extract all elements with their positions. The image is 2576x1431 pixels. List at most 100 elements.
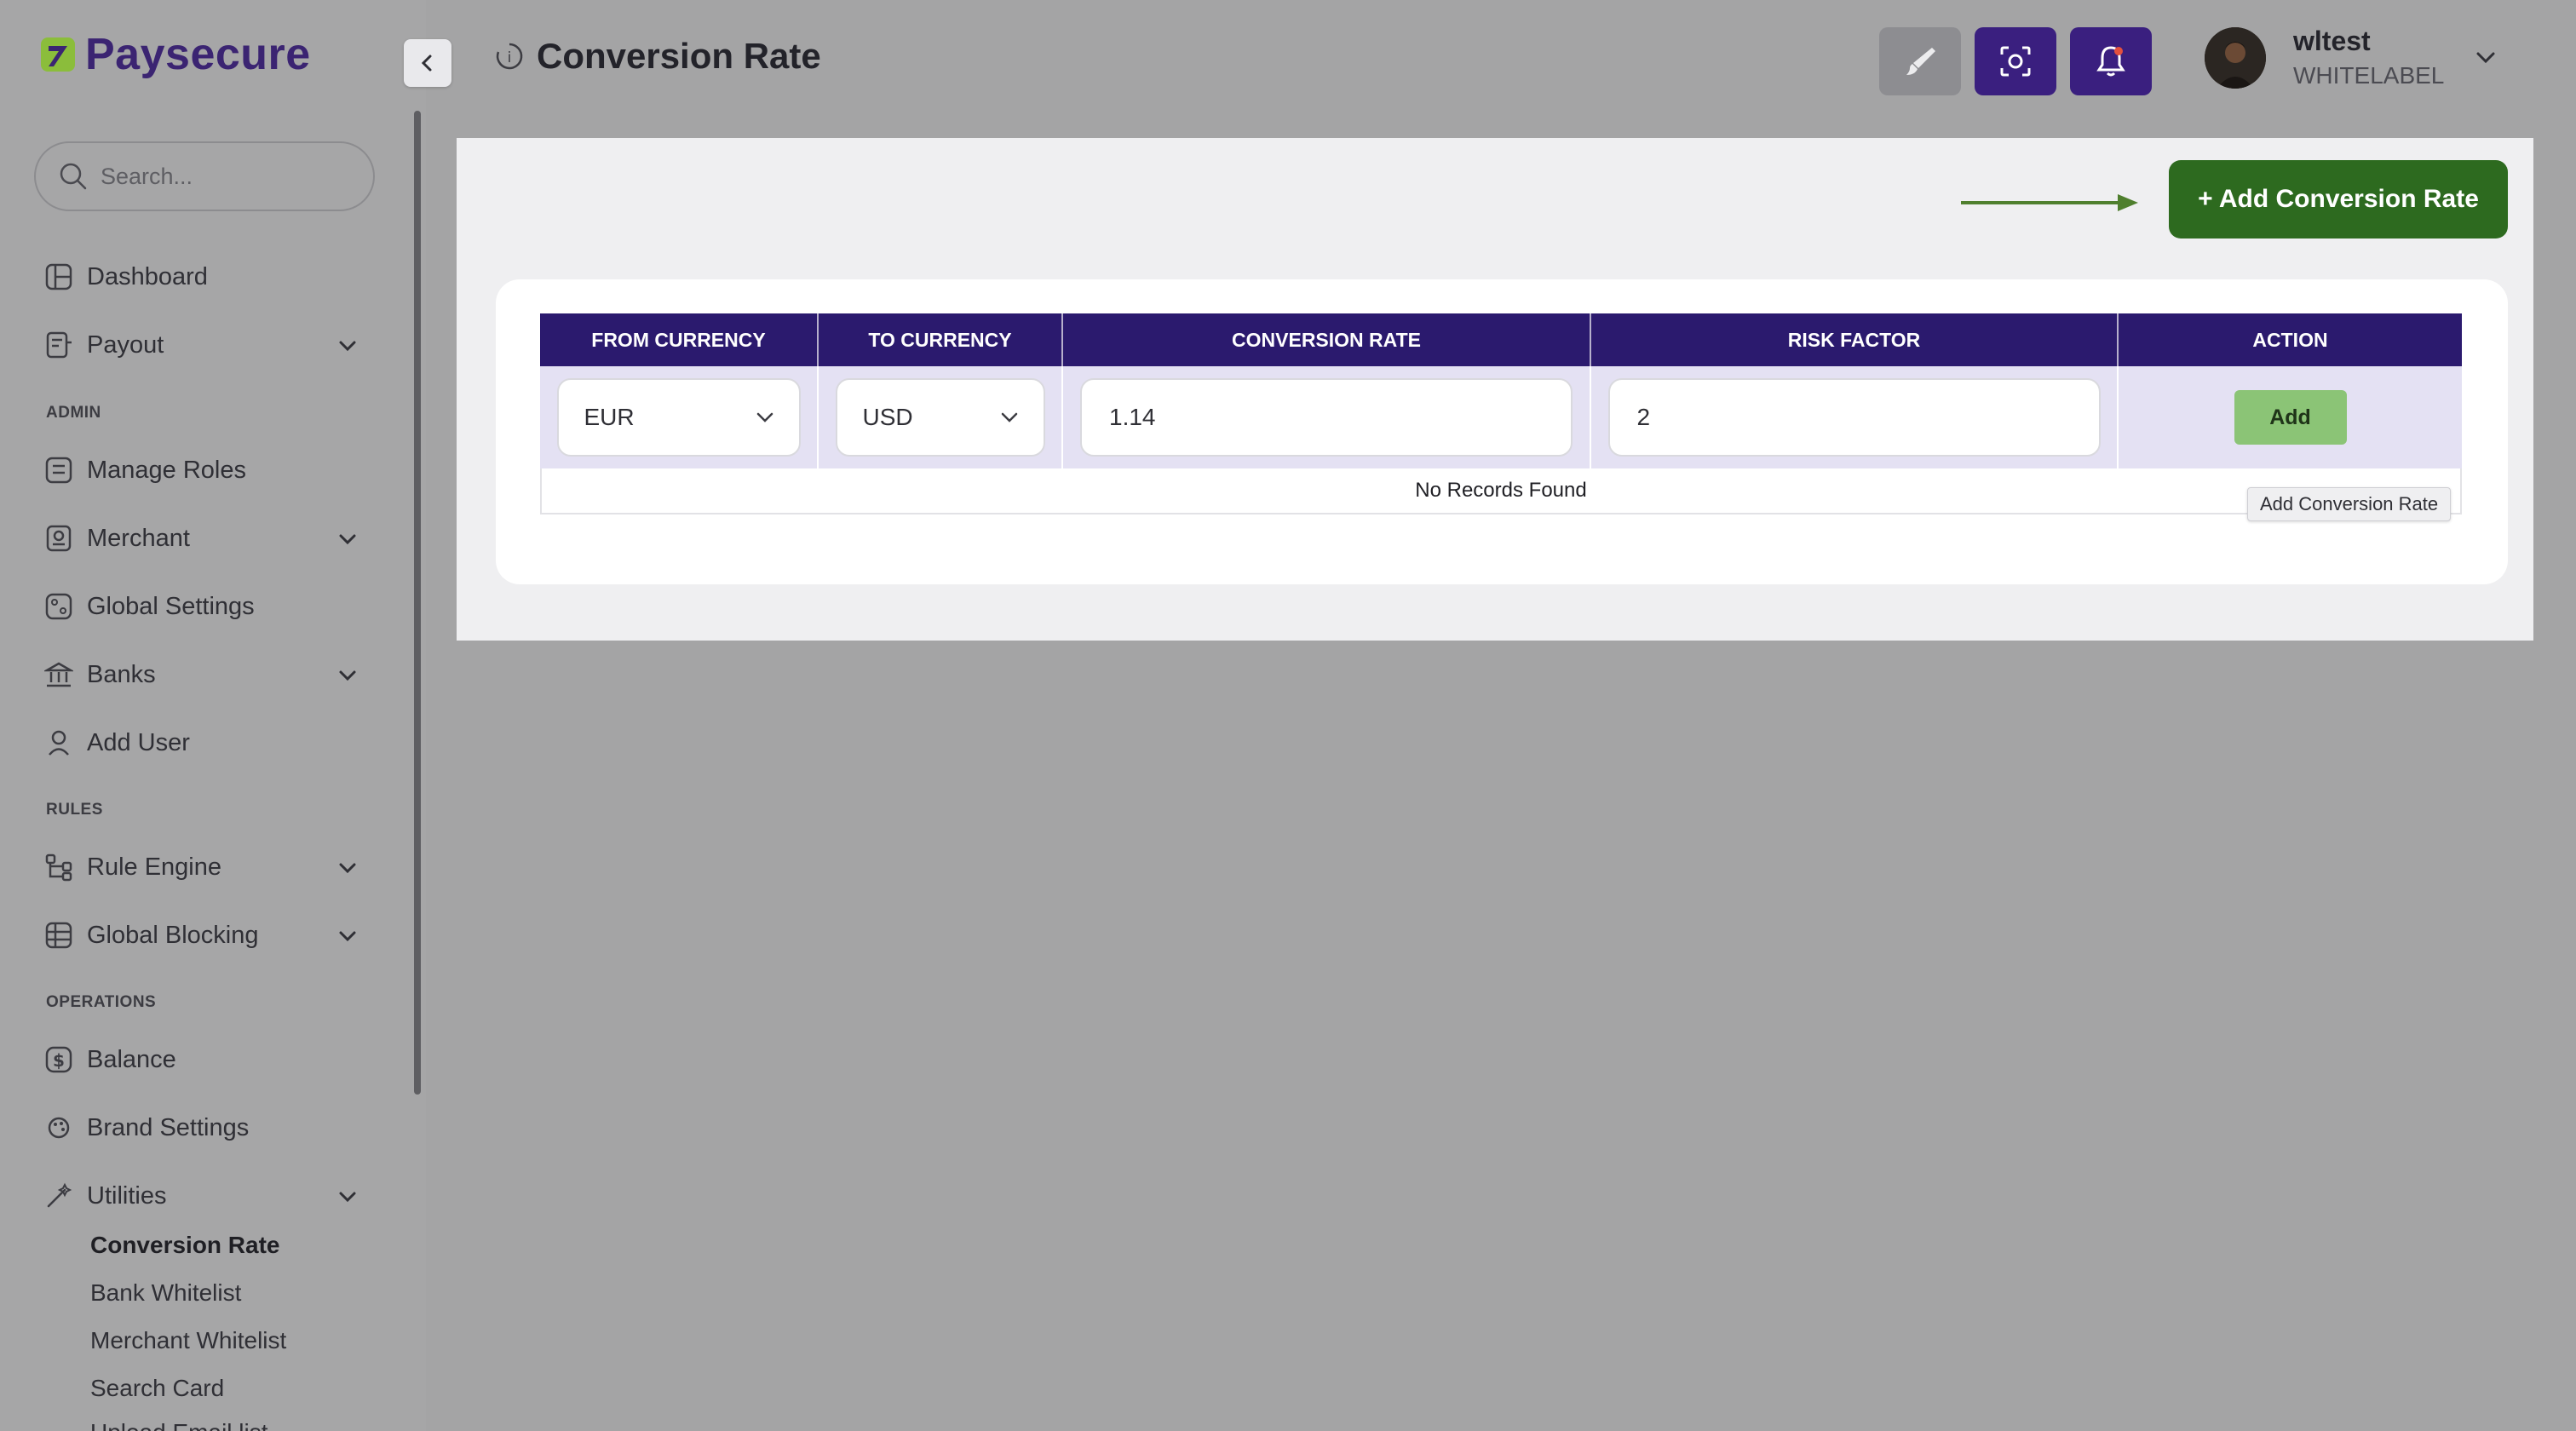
sidebar-item-utilities[interactable]: Utilities (44, 1175, 359, 1217)
tooltip: Add Conversion Rate (2247, 487, 2452, 521)
cell-action: Add (2119, 366, 2462, 468)
sidebar-subitem-conversion-rate[interactable]: Conversion Rate (90, 1232, 280, 1259)
column-header-conversion-rate: CONVERSION RATE (1063, 313, 1591, 366)
chevron-down-icon (339, 670, 356, 681)
merchant-icon (46, 525, 72, 552)
chevron-down-icon (339, 863, 356, 874)
sidebar-item-manage-roles[interactable]: Manage Roles (44, 449, 359, 491)
sidebar: Paysecure Dashboard Payout ADMIN Manage … (0, 0, 426, 1431)
svg-text:i: i (508, 49, 512, 66)
sidebar-item-banks[interactable]: Banks (44, 653, 359, 696)
sidebar-item-label: Add User (87, 728, 190, 756)
user-role: WHITELABEL (2293, 62, 2445, 89)
cell-to-currency: USD (819, 366, 1063, 468)
to-currency-select[interactable]: USD (835, 378, 1045, 457)
user-icon (49, 730, 69, 756)
paysecure-logo-icon (41, 37, 75, 72)
global-blocking-icon (45, 922, 72, 949)
sidebar-item-label: Manage Roles (87, 456, 246, 484)
conversion-rate-table: FROM CURRENCY TO CURRENCY CONVERSION RAT… (540, 313, 2462, 514)
chevron-down-icon (1001, 412, 1017, 422)
sidebar-item-label: Brand Settings (87, 1113, 250, 1141)
sidebar-item-rule-engine[interactable]: Rule Engine (44, 846, 359, 888)
chevron-down-icon (339, 534, 356, 545)
chevron-down-icon (2476, 52, 2495, 63)
cell-from-currency: EUR (540, 366, 819, 468)
sidebar-item-label: Global Settings (87, 592, 255, 620)
brand-name: Paysecure (85, 30, 311, 79)
chevron-down-icon (339, 341, 356, 352)
balance-icon: $ (45, 1046, 72, 1073)
sidebar-subitem-search-card[interactable]: Search Card (90, 1375, 224, 1402)
section-operations: OPERATIONS (46, 993, 157, 1011)
user-menu[interactable]: wltest WHITELABEL (2205, 26, 2500, 89)
info-icon[interactable]: i (494, 41, 525, 72)
add-row-button[interactable]: Add (2234, 390, 2347, 445)
risk-factor-value: 2 (1636, 404, 1651, 430)
chevron-down-icon (339, 931, 356, 942)
table-row-new-entry: EUR USD 1.14 2 Add (540, 366, 2462, 468)
conversion-rate-input[interactable]: 1.14 (1080, 378, 1573, 457)
sidebar-item-add-user[interactable]: Add User (44, 721, 359, 764)
section-rules: RULES (46, 801, 103, 819)
search-icon (60, 163, 87, 190)
svg-text:$: $ (53, 1050, 65, 1071)
sidebar-item-label: Banks (87, 660, 156, 688)
sidebar-item-label: Rule Engine (87, 853, 221, 881)
screenshot-icon (2000, 46, 2031, 77)
page-header: i Conversion Rate (494, 36, 821, 77)
brush-icon (1906, 48, 1935, 75)
from-currency-value: EUR (584, 404, 635, 430)
user-name: wltest (2293, 26, 2371, 56)
notifications-button[interactable] (2070, 27, 2152, 95)
cell-conversion-rate: 1.14 (1063, 366, 1591, 468)
add-conversion-rate-button[interactable]: + Add Conversion Rate (2169, 160, 2508, 238)
brand-icon (48, 1117, 70, 1139)
sidebar-scrollbar[interactable] (414, 111, 421, 1095)
sidebar-item-global-blocking[interactable]: Global Blocking (44, 914, 359, 957)
risk-factor-input[interactable]: 2 (1607, 378, 2101, 457)
sidebar-item-dashboard[interactable]: Dashboard (44, 256, 359, 298)
rule-engine-icon (45, 853, 72, 882)
sidebar-item-global-settings[interactable]: Global Settings (44, 585, 359, 628)
empty-state-message: No Records Found (540, 468, 2462, 514)
sidebar-item-label: Merchant (87, 524, 190, 552)
page-title: Conversion Rate (537, 36, 821, 76)
screenshot-button[interactable] (1975, 27, 2056, 95)
sidebar-item-balance[interactable]: $ Balance (44, 1038, 359, 1081)
chevron-down-icon (339, 1192, 356, 1203)
roles-icon (45, 457, 72, 484)
arrow-right-icon (1961, 194, 2138, 211)
bell-icon (2096, 46, 2125, 77)
conversion-rate-value: 1.14 (1109, 404, 1156, 430)
column-header-risk-factor: RISK FACTOR (1591, 313, 2119, 366)
sidebar-item-label: Dashboard (87, 262, 208, 290)
to-currency-value: USD (862, 404, 913, 430)
avatar (2205, 26, 2266, 89)
sidebar-item-brand-settings[interactable]: Brand Settings (44, 1106, 359, 1149)
sidebar-subitem-bank-whitelist[interactable]: Bank Whitelist (90, 1279, 241, 1307)
dashboard-icon (45, 263, 72, 290)
brand-logo[interactable]: Paysecure (39, 29, 311, 80)
column-header-action: ACTION (2252, 328, 2328, 351)
global-settings-icon (45, 593, 72, 620)
sidebar-item-merchant[interactable]: Merchant (44, 517, 359, 560)
sidebar-item-label: Payout (87, 330, 164, 359)
sidebar-subitem-merchant-whitelist[interactable]: Merchant Whitelist (90, 1327, 286, 1354)
payout-icon (46, 331, 72, 359)
sidebar-item-label: Balance (87, 1045, 176, 1073)
column-header-from-currency: FROM CURRENCY (540, 313, 819, 366)
search-box[interactable] (34, 141, 375, 211)
sidebar-subitem-upload-email-list[interactable]: Upload Email list (90, 1419, 268, 1431)
brush-button[interactable] (1879, 27, 1961, 95)
chevron-left-icon (421, 55, 432, 72)
search-input[interactable] (101, 163, 356, 190)
cell-risk-factor: 2 (1591, 366, 2119, 468)
table-header: FROM CURRENCY TO CURRENCY CONVERSION RAT… (540, 313, 2462, 366)
sidebar-item-payout[interactable]: Payout (44, 324, 359, 366)
chevron-down-icon (756, 412, 773, 422)
sidebar-collapse-button[interactable] (404, 39, 451, 87)
bank-icon (44, 662, 73, 687)
from-currency-select[interactable]: EUR (556, 378, 801, 457)
sidebar-item-label: Utilities (87, 1181, 167, 1210)
